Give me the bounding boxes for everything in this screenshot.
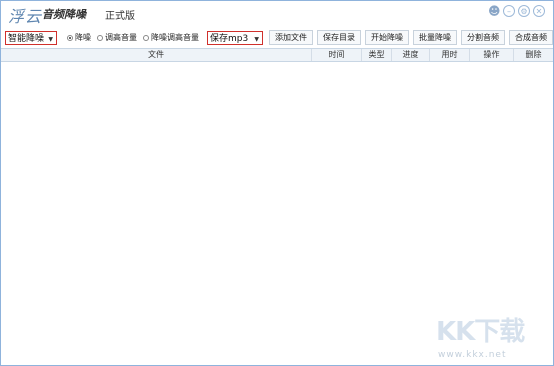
column-time[interactable]: 时间 [311,49,361,61]
radio-volume-up[interactable]: 调高音量 [97,32,137,43]
mode-select[interactable]: 智能降噪 ▼ [5,30,57,45]
radio-denoise-volume-up[interactable]: 降噪调高音量 [143,32,199,43]
save-directory-button[interactable]: 保存目录 [317,30,361,45]
toolbar: 智能降噪 ▼ 降噪 调高音量 降噪调高音量 保存mp3 ▼ 添加文件 保存目录 … [1,28,553,47]
start-denoise-button[interactable]: 开始降噪 [365,30,409,45]
chevron-down-icon: ▼ [48,35,53,43]
merge-audio-button[interactable]: 合成音频 [509,30,553,45]
column-actions[interactable]: 操作 [469,49,513,61]
radio-dot [97,34,103,41]
file-table-header: 文件 时间 类型 进度 用时 操作 删除 [1,48,553,62]
column-type[interactable]: 类型 [361,49,391,61]
user-icon[interactable]: ☻ [488,5,501,17]
add-file-button[interactable]: 添加文件 [269,30,313,45]
app-title: 音频降噪 [42,8,86,21]
column-delete[interactable]: 删除 [513,49,553,61]
chevron-down-icon: ▼ [254,35,259,43]
radio-dot [67,34,73,41]
edition-label: 正式版 [105,11,135,22]
app-logo: 浮云 [8,7,43,26]
radio-label: 降噪调高音量 [151,33,199,42]
column-elapsed[interactable]: 用时 [429,49,469,61]
watermark-url: www.kkx.net [438,350,507,360]
column-progress[interactable]: 进度 [391,49,429,61]
format-select[interactable]: 保存mp3 ▼ [207,30,263,45]
column-file[interactable]: 文件 [1,49,311,61]
mode-select-value: 智能降噪 [8,34,45,44]
radio-dot [143,34,149,41]
close-icon[interactable]: ✕ [533,5,545,17]
format-select-value: 保存mp3 [210,34,249,44]
watermark-logo: KK下载 [436,317,525,347]
settings-icon[interactable]: ⚙ [518,5,530,17]
radio-denoise[interactable]: 降噪 [67,32,91,43]
radio-label: 调高音量 [105,33,137,42]
batch-denoise-button[interactable]: 批量降噪 [413,30,457,45]
title-bar: 浮云 音频降噪 正式版 ☻ – ⚙ ✕ [1,1,553,27]
radio-label: 降噪 [75,33,91,42]
split-audio-button[interactable]: 分割音频 [461,30,505,45]
minimize-icon[interactable]: – [503,5,515,17]
